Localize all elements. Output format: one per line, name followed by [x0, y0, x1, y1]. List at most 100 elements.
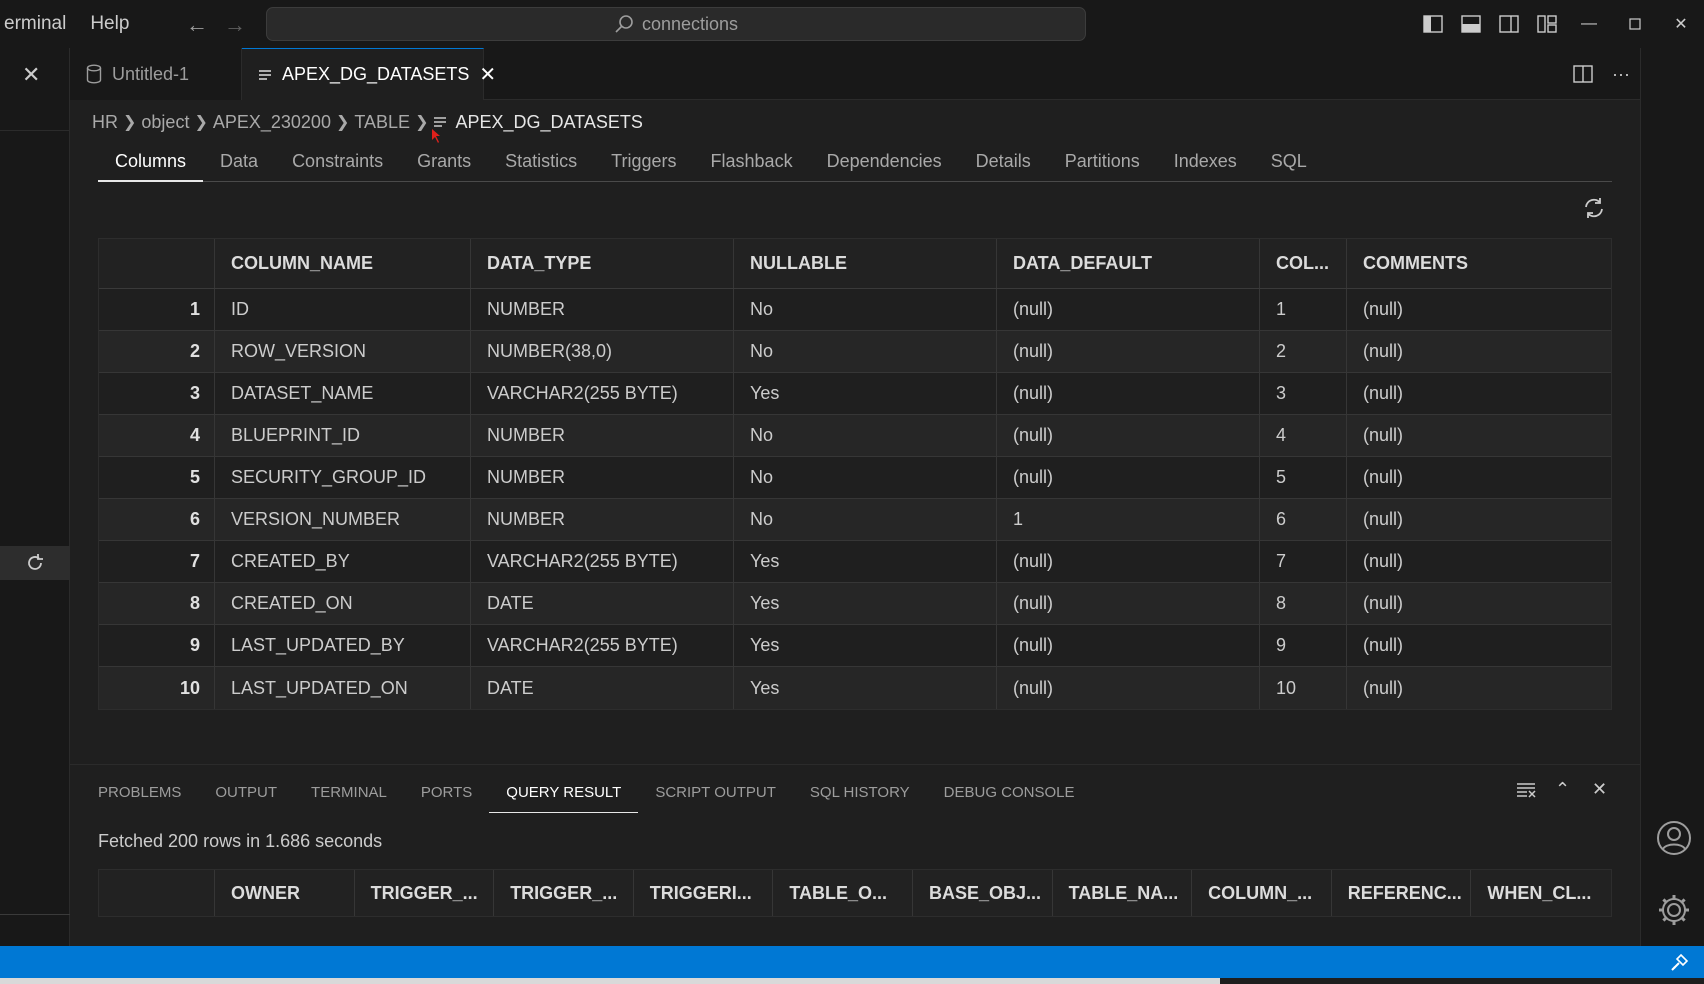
- header-cell[interactable]: REFERENC...: [1332, 870, 1472, 916]
- table-cell[interactable]: 9: [1260, 625, 1347, 666]
- table-cell[interactable]: ID: [215, 289, 471, 330]
- breadcrumb-item[interactable]: HR: [92, 112, 118, 133]
- table-cell[interactable]: 4: [1260, 415, 1347, 456]
- breadcrumb-item[interactable]: APEX_DG_DATASETS: [455, 112, 642, 133]
- tab-details[interactable]: Details: [959, 144, 1048, 182]
- table-cell[interactable]: No: [734, 289, 997, 330]
- header-cell[interactable]: DATA_TYPE: [471, 239, 734, 288]
- table-row[interactable]: 5 SECURITY_GROUP_ID NUMBER No (null) 5 (null): [99, 457, 1611, 499]
- table-cell[interactable]: LAST_UPDATED_ON: [215, 667, 471, 709]
- table-cell[interactable]: No: [734, 331, 997, 372]
- more-actions-icon[interactable]: ···: [1602, 64, 1640, 85]
- table-cell[interactable]: DATE: [471, 583, 734, 624]
- header-cell[interactable]: COLUMN_NAME: [215, 239, 471, 288]
- row-number[interactable]: 5: [99, 457, 215, 498]
- table-cell[interactable]: 8: [1260, 583, 1347, 624]
- tab-sql-history[interactable]: SQL HISTORY: [793, 779, 927, 817]
- table-cell[interactable]: 5: [1260, 457, 1347, 498]
- table-row[interactable]: 3 DATASET_NAME VARCHAR2(255 BYTE) Yes (null)…: [99, 373, 1611, 415]
- breadcrumb-item[interactable]: TABLE: [354, 112, 410, 133]
- table-cell[interactable]: Yes: [734, 667, 997, 709]
- row-number[interactable]: 7: [99, 541, 215, 582]
- table-cell[interactable]: (null): [1347, 457, 1611, 498]
- tab-sql[interactable]: SQL: [1254, 144, 1324, 182]
- header-cell[interactable]: COLUMN_...: [1192, 870, 1332, 916]
- tab-indexes[interactable]: Indexes: [1157, 144, 1254, 182]
- tab-apex-dg-datasets[interactable]: APEX_DG_DATASETS ✕: [242, 48, 496, 100]
- tab-query-result[interactable]: QUERY RESULT: [489, 779, 639, 813]
- table-cell[interactable]: 1: [1260, 289, 1347, 330]
- table-row[interactable]: 1 ID NUMBER No (null) 1 (null): [99, 289, 1611, 331]
- clear-output-icon[interactable]: [1507, 782, 1544, 798]
- header-cell[interactable]: NULLABLE: [734, 239, 997, 288]
- table-cell[interactable]: (null): [997, 415, 1260, 456]
- header-cell[interactable]: COMMENTS: [1347, 239, 1611, 288]
- remote-connection-icon[interactable]: [1670, 952, 1690, 977]
- table-cell[interactable]: ROW_VERSION: [215, 331, 471, 372]
- tab-data[interactable]: Data: [203, 144, 275, 182]
- tab-problems[interactable]: PROBLEMS: [98, 779, 198, 817]
- table-cell[interactable]: Yes: [734, 625, 997, 666]
- table-cell[interactable]: (null): [1347, 331, 1611, 372]
- row-number[interactable]: 8: [99, 583, 215, 624]
- manage-gear-icon[interactable]: [1656, 892, 1692, 933]
- refresh-button[interactable]: [0, 546, 70, 580]
- table-cell[interactable]: (null): [1347, 625, 1611, 666]
- forward-arrow-icon[interactable]: →: [224, 12, 246, 38]
- maximize-icon[interactable]: [1612, 0, 1658, 48]
- table-cell[interactable]: CREATED_ON: [215, 583, 471, 624]
- table-cell[interactable]: (null): [997, 373, 1260, 414]
- tab-partitions[interactable]: Partitions: [1048, 144, 1157, 182]
- table-cell[interactable]: NUMBER: [471, 289, 734, 330]
- header-cell[interactable]: TRIGGER_...: [494, 870, 634, 916]
- table-row[interactable]: 4 BLUEPRINT_ID NUMBER No (null) 4 (null): [99, 415, 1611, 457]
- row-number[interactable]: 10: [99, 667, 215, 709]
- close-panel-icon[interactable]: ✕: [1581, 779, 1618, 800]
- tab-dependencies[interactable]: Dependencies: [810, 144, 959, 182]
- tab-debug-console[interactable]: DEBUG CONSOLE: [927, 779, 1092, 817]
- table-row[interactable]: 2 ROW_VERSION NUMBER(38,0) No (null) 2 (null): [99, 331, 1611, 373]
- table-cell[interactable]: VERSION_NUMBER: [215, 499, 471, 540]
- account-icon[interactable]: [1656, 820, 1692, 861]
- tab-script-output[interactable]: SCRIPT OUTPUT: [638, 779, 793, 817]
- tab-close-icon[interactable]: ✕: [479, 62, 496, 87]
- toggle-secondary-sidebar-icon[interactable]: [1490, 0, 1528, 48]
- table-cell[interactable]: (null): [997, 667, 1260, 709]
- minimize-icon[interactable]: —: [1566, 0, 1612, 48]
- table-cell[interactable]: (null): [1347, 583, 1611, 624]
- breadcrumb-item[interactable]: APEX_230200: [213, 112, 331, 133]
- table-cell[interactable]: NUMBER: [471, 499, 734, 540]
- table-cell[interactable]: DATASET_NAME: [215, 373, 471, 414]
- table-cell[interactable]: DATE: [471, 667, 734, 709]
- header-cell[interactable]: TRIGGERI...: [634, 870, 774, 916]
- table-cell[interactable]: LAST_UPDATED_BY: [215, 625, 471, 666]
- table-cell[interactable]: VARCHAR2(255 BYTE): [471, 373, 734, 414]
- table-cell[interactable]: (null): [997, 457, 1260, 498]
- close-window-icon[interactable]: ✕: [1658, 0, 1704, 48]
- table-cell[interactable]: (null): [1347, 415, 1611, 456]
- toggle-panel-icon[interactable]: [1452, 0, 1490, 48]
- table-cell[interactable]: 3: [1260, 373, 1347, 414]
- table-cell[interactable]: SECURITY_GROUP_ID: [215, 457, 471, 498]
- table-cell[interactable]: Yes: [734, 541, 997, 582]
- header-cell[interactable]: TABLE_NA...: [1053, 870, 1193, 916]
- table-cell[interactable]: No: [734, 415, 997, 456]
- menu-help[interactable]: Help: [78, 0, 141, 48]
- table-cell[interactable]: (null): [997, 541, 1260, 582]
- table-cell[interactable]: CREATED_BY: [215, 541, 471, 582]
- toggle-primary-sidebar-icon[interactable]: [1414, 0, 1452, 48]
- table-cell[interactable]: 6: [1260, 499, 1347, 540]
- table-cell[interactable]: 10: [1260, 667, 1347, 709]
- table-row[interactable]: 8 CREATED_ON DATE Yes (null) 8 (null): [99, 583, 1611, 625]
- row-number[interactable]: 3: [99, 373, 215, 414]
- customize-layout-icon[interactable]: [1528, 0, 1566, 48]
- tab-statistics[interactable]: Statistics: [488, 144, 594, 182]
- tab-ports[interactable]: PORTS: [404, 779, 489, 817]
- refresh-grid-icon[interactable]: [1582, 196, 1606, 225]
- command-center-search[interactable]: connections: [266, 7, 1086, 41]
- table-row[interactable]: 7 CREATED_BY VARCHAR2(255 BYTE) Yes (null) 7(…: [99, 541, 1611, 583]
- table-cell[interactable]: NUMBER(38,0): [471, 331, 734, 372]
- table-cell[interactable]: Yes: [734, 373, 997, 414]
- back-arrow-icon[interactable]: ←: [186, 12, 208, 38]
- header-cell[interactable]: OWNER: [215, 870, 355, 916]
